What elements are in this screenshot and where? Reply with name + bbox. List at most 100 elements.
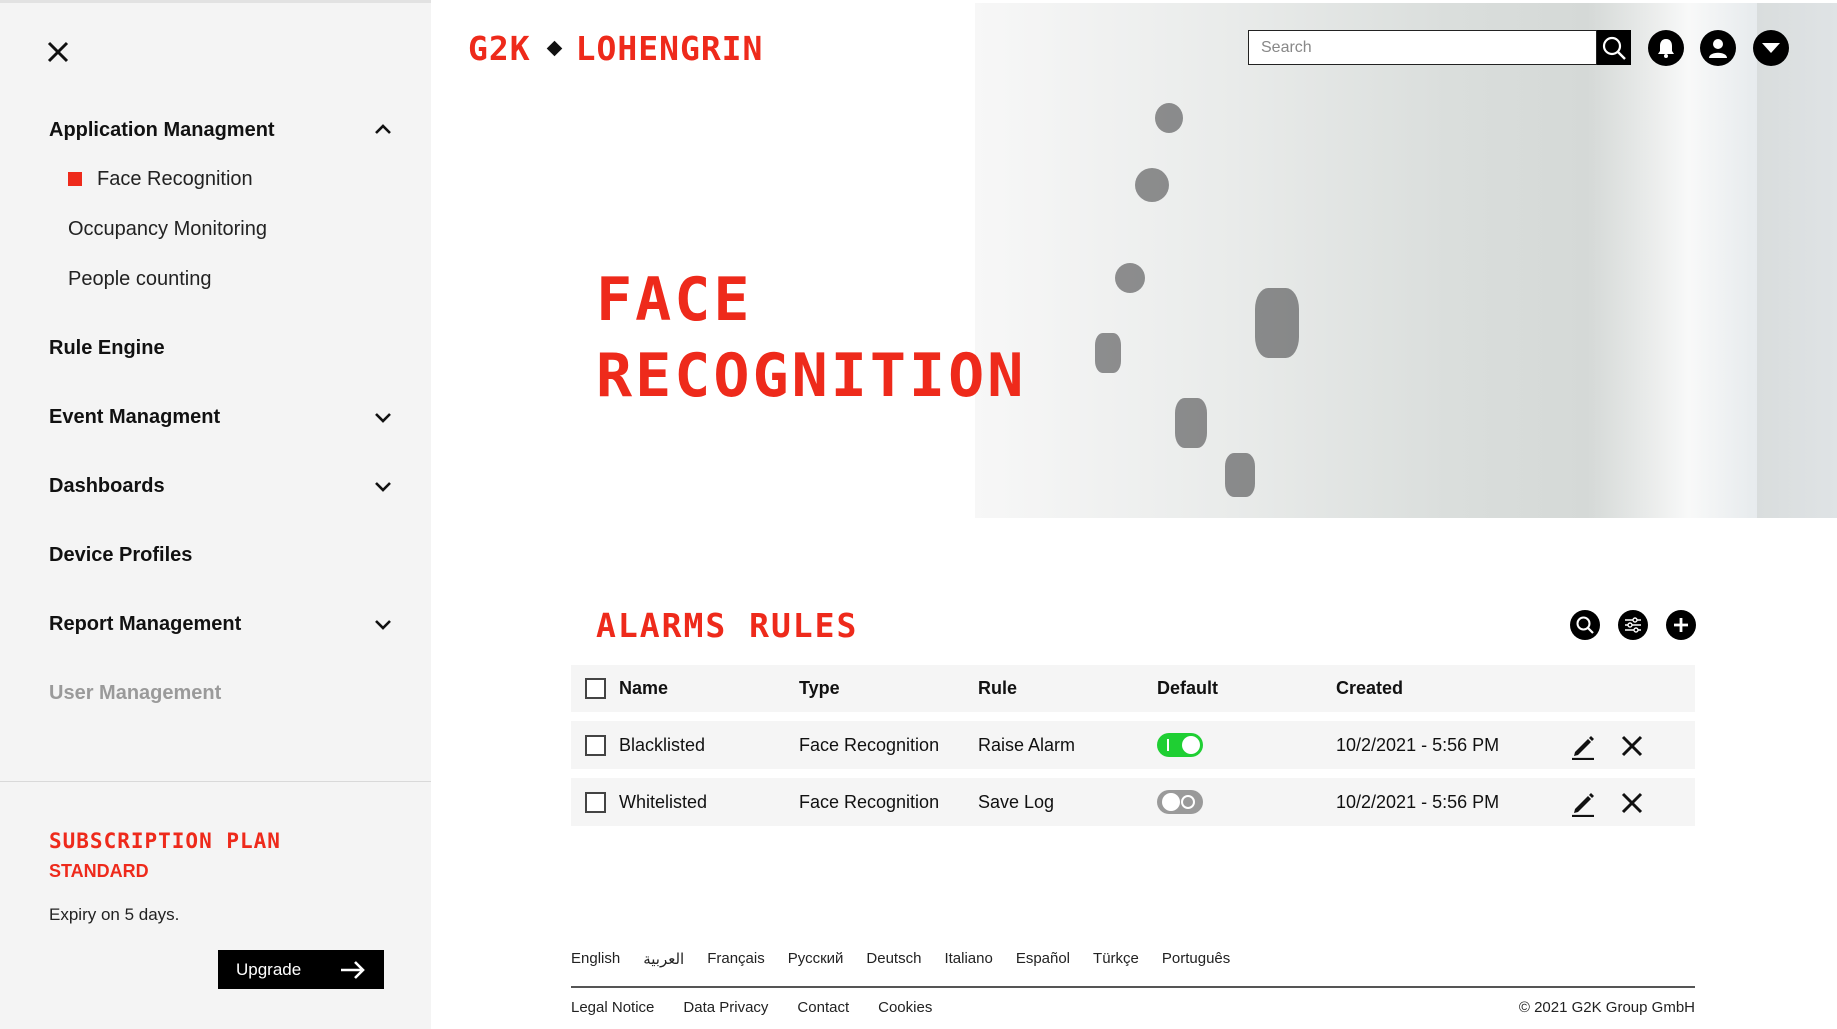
toggle-knob bbox=[1162, 793, 1180, 811]
column-header-name[interactable]: Name bbox=[619, 678, 668, 699]
sidebar-subitem-face-recognition[interactable]: Face Recognition bbox=[68, 164, 253, 194]
delete-icon[interactable] bbox=[1619, 733, 1645, 759]
row-name: Blacklisted bbox=[619, 734, 706, 755]
column-header-rule[interactable]: Rule bbox=[978, 678, 1017, 699]
table-header-row: Name Type Rule Default Created bbox=[571, 665, 1695, 712]
toggle-knob bbox=[1182, 736, 1200, 754]
page-title: Face Recognition bbox=[596, 262, 1026, 414]
sidebar-divider bbox=[0, 781, 431, 782]
search-input[interactable] bbox=[1248, 30, 1597, 65]
row-rule: Raise Alarm bbox=[978, 734, 1076, 755]
copyright: © 2021 G2K Group GmbH bbox=[1518, 999, 1695, 1016]
language-link[interactable]: Русский bbox=[788, 950, 844, 968]
sidebar-item-application-managment[interactable]: Application Managment bbox=[49, 113, 395, 147]
sidebar-subitem-people-counting[interactable]: People counting bbox=[68, 264, 211, 294]
upgrade-button[interactable]: Upgrade bbox=[218, 950, 384, 989]
search-icon bbox=[1602, 36, 1626, 60]
brand-left: G2K bbox=[468, 28, 531, 68]
add-rule-button[interactable] bbox=[1666, 610, 1696, 640]
table-row: Blacklisted Face Recognition Raise Alarm… bbox=[571, 721, 1695, 769]
sidebar-subitem-label: Occupancy Monitoring bbox=[68, 217, 267, 240]
row-checkbox[interactable] bbox=[585, 734, 606, 756]
footer-link-data-privacy[interactable]: Data Privacy bbox=[683, 999, 768, 1016]
footer-link-legal-notice[interactable]: Legal Notice bbox=[571, 999, 654, 1016]
default-toggle[interactable] bbox=[1157, 790, 1203, 814]
sidebar-subitem-label: Face Recognition bbox=[97, 167, 253, 190]
footer-links: Legal Notice Data Privacy Contact Cookie… bbox=[571, 999, 961, 1016]
footer-link-cookies[interactable]: Cookies bbox=[878, 999, 932, 1016]
subscription-title: Subscription Plan bbox=[49, 829, 281, 853]
sidebar-item-user-management[interactable]: User Management bbox=[49, 676, 395, 710]
chevron-down-icon bbox=[1762, 43, 1780, 53]
page-title-line2: Recognition bbox=[596, 341, 1027, 411]
row-type: Face Recognition bbox=[799, 791, 940, 812]
hero-light-overlay bbox=[1587, 3, 1757, 518]
alarms-table: Name Type Rule Default Created Blacklist… bbox=[571, 665, 1695, 835]
language-link[interactable]: Türkçe bbox=[1093, 950, 1139, 968]
language-link[interactable]: English bbox=[571, 950, 620, 968]
search-button[interactable] bbox=[1597, 30, 1631, 65]
sidebar-item-dashboards[interactable]: Dashboards bbox=[49, 469, 395, 503]
notifications-button[interactable] bbox=[1648, 30, 1684, 66]
table-filter-button[interactable] bbox=[1618, 610, 1648, 640]
brand-logo[interactable]: G2K LOHENGRIN bbox=[468, 28, 763, 68]
page-title-line1: Face bbox=[596, 265, 753, 335]
profile-button[interactable] bbox=[1700, 30, 1736, 66]
sidebar-item-rule-engine[interactable]: Rule Engine bbox=[49, 331, 395, 365]
language-link[interactable]: Deutsch bbox=[866, 950, 921, 968]
delete-icon[interactable] bbox=[1619, 790, 1645, 816]
sidebar-item-label: Dashboards bbox=[49, 474, 165, 497]
brand-right: LOHENGRIN bbox=[575, 28, 764, 68]
row-type: Face Recognition bbox=[799, 734, 940, 755]
column-header-created[interactable]: Created bbox=[1336, 678, 1403, 699]
sidebar-item-label: User Management bbox=[49, 681, 222, 704]
edit-icon[interactable] bbox=[1569, 789, 1597, 817]
select-all-checkbox[interactable] bbox=[585, 678, 606, 699]
sidebar-item-label: Rule Engine bbox=[49, 336, 165, 359]
sidebar-item-device-profiles[interactable]: Device Profiles bbox=[49, 538, 395, 572]
sidebar-item-label: Device Profiles bbox=[49, 543, 193, 566]
bell-icon bbox=[1658, 39, 1674, 58]
row-name: Whitelisted bbox=[619, 791, 708, 812]
search-icon bbox=[1576, 616, 1594, 634]
subscription-plan: STANDARD bbox=[49, 861, 149, 881]
chevron-down-icon bbox=[375, 482, 391, 492]
language-switcher: English العربية Français Русский Deutsch… bbox=[571, 950, 1253, 968]
column-header-default[interactable]: Default bbox=[1157, 678, 1218, 699]
toggle-on-mark bbox=[1167, 739, 1169, 751]
table-row: Whitelisted Face Recognition Save Log 10… bbox=[571, 778, 1695, 826]
edit-icon[interactable] bbox=[1569, 732, 1597, 760]
sidebar-item-report-management[interactable]: Report Management bbox=[49, 607, 395, 641]
row-rule: Save Log bbox=[978, 791, 1055, 812]
sidebar-item-event-managment[interactable]: Event Managment bbox=[49, 400, 395, 434]
language-link[interactable]: العربية bbox=[643, 950, 684, 968]
language-link[interactable]: Italiano bbox=[944, 950, 992, 968]
sidebar: Application Managment Face Recognition O… bbox=[0, 0, 431, 1029]
sidebar-item-label: Application Managment bbox=[49, 118, 275, 141]
subscription-expiry: Expiry on 5 days. bbox=[49, 905, 180, 924]
footer-link-contact[interactable]: Contact bbox=[797, 999, 849, 1016]
diamond-icon bbox=[546, 40, 562, 56]
sidebar-subitem-label: People counting bbox=[68, 267, 212, 290]
sidebar-item-label: Report Management bbox=[49, 612, 242, 635]
arrow-right-icon bbox=[341, 960, 365, 979]
footer-divider bbox=[571, 986, 1695, 988]
column-header-type[interactable]: Type bbox=[799, 678, 840, 699]
toggle-off-mark bbox=[1181, 795, 1195, 809]
table-search-button[interactable] bbox=[1570, 610, 1600, 640]
row-checkbox[interactable] bbox=[585, 791, 606, 813]
add-icon bbox=[1674, 618, 1688, 632]
row-created: 10/2/2021 - 5:56 PM bbox=[1336, 791, 1500, 812]
account-menu-button[interactable] bbox=[1753, 30, 1789, 66]
user-icon bbox=[1709, 39, 1727, 58]
language-link[interactable]: Português bbox=[1162, 950, 1230, 968]
close-icon[interactable] bbox=[44, 38, 72, 66]
language-link[interactable]: Français bbox=[707, 950, 765, 968]
default-toggle[interactable] bbox=[1157, 733, 1203, 757]
language-link[interactable]: Español bbox=[1016, 950, 1070, 968]
filter-icon bbox=[1625, 617, 1641, 633]
section-title: Alarms Rules bbox=[596, 606, 859, 645]
row-created: 10/2/2021 - 5:56 PM bbox=[1336, 734, 1500, 755]
hero-image bbox=[975, 3, 1837, 518]
sidebar-subitem-occupancy-monitoring[interactable]: Occupancy Monitoring bbox=[68, 214, 267, 244]
